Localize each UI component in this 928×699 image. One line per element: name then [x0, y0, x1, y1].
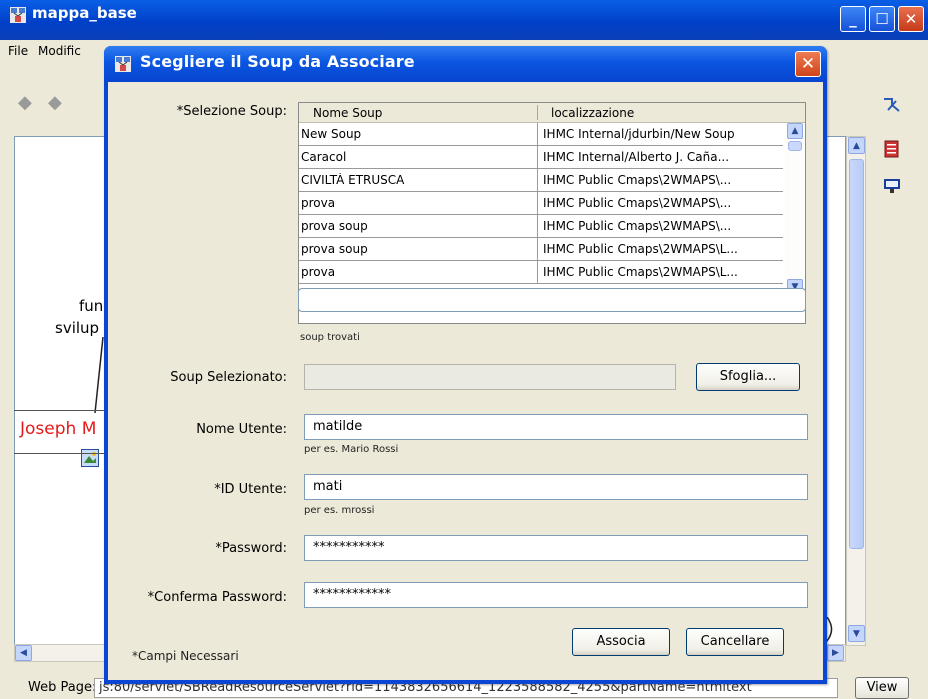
- username-hint: per es. Mario Rossi: [304, 444, 399, 455]
- minimize-icon: _: [849, 10, 857, 28]
- menu-file[interactable]: File: [8, 44, 28, 58]
- password-label: *Password:: [215, 541, 287, 556]
- cell-name: prova soup: [301, 242, 368, 256]
- map-vertical-scrollbar[interactable]: ▲ ▼: [846, 136, 866, 646]
- associate-button[interactable]: Associa: [572, 628, 670, 656]
- menu-modifica[interactable]: Modific: [38, 44, 81, 58]
- cell-name: Caracol: [301, 150, 347, 164]
- table-row[interactable]: prova IHMC Public Cmaps\2WMAPS\L...: [299, 261, 783, 284]
- scroll-up-icon[interactable]: ▲: [848, 137, 865, 154]
- scroll-thumb[interactable]: [788, 141, 802, 151]
- cell-divider: [537, 123, 538, 145]
- web-page-label: Web Page:: [28, 680, 97, 695]
- cell-location: IHMC Internal/Alberto J. Caña...: [543, 150, 730, 164]
- cell-location: IHMC Public Cmaps\2WMAPS\L...: [543, 265, 738, 279]
- minimize-button[interactable]: _: [840, 6, 866, 32]
- selected-soup-label: Soup Selezionato:: [170, 370, 287, 385]
- cell-location: IHMC Public Cmaps\2WMAPS\...: [543, 173, 732, 187]
- cancel-button[interactable]: Cancellare: [686, 628, 784, 656]
- scroll-down-icon[interactable]: ▼: [848, 625, 865, 642]
- username-field[interactable]: matilde: [304, 414, 808, 440]
- node-text-fragment-1: fun: [79, 297, 104, 315]
- soups-found-hint: soup trovati: [300, 332, 360, 343]
- scroll-up-icon[interactable]: ▲: [787, 123, 803, 139]
- node-text-fragment-2: svilup: [55, 319, 100, 337]
- cell-divider: [537, 192, 538, 214]
- main-window-title: mappa_base: [32, 4, 137, 22]
- userid-label: *ID Utente:: [214, 482, 287, 497]
- scroll-left-icon[interactable]: ◀: [15, 645, 32, 661]
- selected-soup-field: [304, 364, 676, 390]
- close-icon: ✕: [904, 10, 918, 28]
- cell-location: IHMC Internal/jdurbin/New Soup: [543, 127, 735, 141]
- associate-soup-dialog: Scegliere il Soup da Associare ✕ *Selezi…: [104, 46, 827, 684]
- userid-field[interactable]: mati: [304, 474, 808, 500]
- view-button[interactable]: View: [855, 677, 909, 699]
- table-row[interactable]: New Soup IHMC Internal/jdurbin/New Soup: [299, 123, 783, 146]
- table-row[interactable]: prova soup IHMC Public Cmaps\2WMAPS\...: [299, 215, 783, 238]
- soup-filter-input[interactable]: [298, 288, 806, 312]
- password-field[interactable]: ***********: [304, 535, 808, 561]
- selection-soup-label: *Selezione Soup:: [176, 104, 287, 119]
- column-header-location[interactable]: localizzazione: [551, 106, 634, 120]
- table-row[interactable]: prova IHMC Public Cmaps\2WMAPS\...: [299, 192, 783, 215]
- cell-location: IHMC Public Cmaps\2WMAPS\L...: [543, 242, 738, 256]
- table-row[interactable]: prova soup IHMC Public Cmaps\2WMAPS\L...: [299, 238, 783, 261]
- browse-button[interactable]: Sfoglia...: [696, 363, 800, 391]
- maximize-icon: ☐: [875, 10, 889, 28]
- column-separator: [537, 105, 538, 120]
- presentation-icon[interactable]: [882, 176, 902, 194]
- userid-hint: per es. mrossi: [304, 505, 375, 516]
- cell-divider: [537, 146, 538, 168]
- scroll-right-icon[interactable]: ▶: [827, 645, 844, 661]
- cmap-app-icon: [115, 56, 131, 72]
- table-row[interactable]: Caracol IHMC Internal/Alberto J. Caña...: [299, 146, 783, 169]
- main-close-button[interactable]: ✕: [898, 6, 924, 32]
- required-fields-note: *Campi Necessari: [132, 649, 239, 663]
- close-icon: ✕: [800, 54, 816, 74]
- soup-table-header: Nome Soup localizzazione: [299, 103, 805, 123]
- cell-divider: [537, 261, 538, 283]
- concept-node-joseph[interactable]: Joseph M: [14, 410, 112, 454]
- dialog-title: Scegliere il Soup da Associare: [140, 52, 415, 71]
- dialog-close-button[interactable]: ✕: [795, 51, 821, 77]
- confirm-password-label: *Conferma Password:: [147, 590, 287, 605]
- main-window-titlebar: mappa_base _ ☐ ✕: [0, 0, 928, 40]
- notes-icon[interactable]: [882, 140, 902, 158]
- username-label: Nome Utente:: [196, 422, 287, 437]
- cell-divider: [537, 215, 538, 237]
- cmap-app-icon: [10, 7, 26, 23]
- dialog-titlebar[interactable]: Scegliere il Soup da Associare ✕: [104, 46, 827, 82]
- cell-divider: [537, 238, 538, 260]
- cell-location: IHMC Public Cmaps\2WMAPS\...: [543, 219, 732, 233]
- table-scrollbar[interactable]: ▲ ▼: [785, 123, 805, 295]
- cell-name: prova: [301, 265, 336, 279]
- column-header-name[interactable]: Nome Soup: [313, 106, 382, 120]
- cell-divider: [537, 169, 538, 191]
- forward-arrow-icon[interactable]: ◆: [48, 92, 62, 113]
- tools-icon[interactable]: [882, 96, 902, 114]
- scroll-thumb[interactable]: [849, 159, 864, 549]
- table-row[interactable]: CIVILTÀ ETRUSCA IHMC Public Cmaps\2WMAPS\…: [299, 169, 783, 192]
- confirm-password-field[interactable]: ************: [304, 582, 808, 608]
- cell-name: CIVILTÀ ETRUSCA: [301, 173, 405, 187]
- maximize-button[interactable]: ☐: [869, 6, 895, 32]
- back-arrow-icon[interactable]: ◆: [18, 92, 32, 113]
- cell-name: New Soup: [301, 127, 362, 141]
- cell-name: prova: [301, 196, 336, 210]
- soup-table-rows: New Soup IHMC Internal/jdurbin/New Soup C…: [299, 123, 783, 284]
- dialog-body: *Selezione Soup: Nome Soup localizzazion…: [108, 82, 823, 680]
- cell-location: IHMC Public Cmaps\2WMAPS\...: [543, 196, 732, 210]
- cell-name: prova soup: [301, 219, 368, 233]
